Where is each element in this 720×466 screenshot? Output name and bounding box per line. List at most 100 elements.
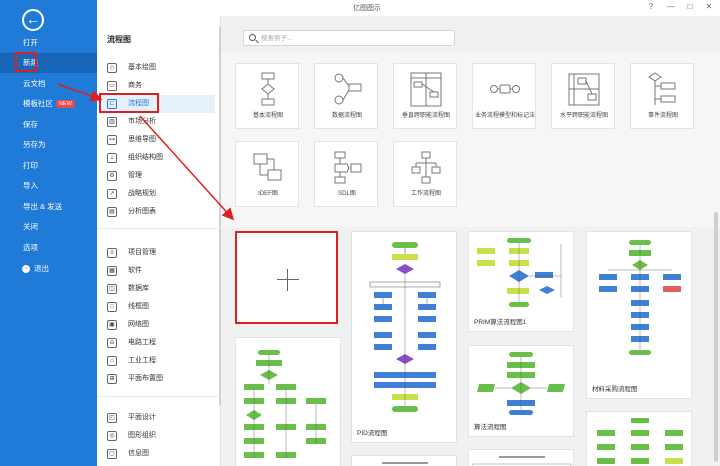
menu-item-export-send[interactable]: 导出 & 发送 xyxy=(0,197,97,217)
category-label: 工业工程 xyxy=(128,357,156,364)
template-label: PRIM算法流程图1 xyxy=(474,319,527,326)
infographic-icon: ▢ xyxy=(107,449,117,459)
template-thumbnail xyxy=(597,418,683,464)
type-card-basic-flowchart[interactable]: 基本流程图 xyxy=(235,63,299,129)
template-card-partial[interactable] xyxy=(468,449,574,466)
category-floor-plan[interactable]: ⊞ 平面布置图 xyxy=(103,370,215,388)
design-icon: ◰ xyxy=(107,413,117,423)
highlight-flowchart-category xyxy=(99,93,159,113)
type-card-event-flowchart[interactable]: 事件流程图 xyxy=(630,63,694,129)
category-mind-map[interactable]: ⊶ 思维导图 xyxy=(103,131,215,149)
category-org-chart[interactable]: ⊥ 组织结构图 xyxy=(103,149,215,167)
menu-item-save[interactable]: 保存 xyxy=(0,115,97,135)
menu-item-exit[interactable]: − 退出 xyxy=(0,259,97,279)
category-wireframe[interactable]: □ 线框图 xyxy=(103,298,215,316)
bar-chart-icon: ▥ xyxy=(107,117,117,127)
category-label: 项目管理 xyxy=(128,249,156,256)
category-label: 线框图 xyxy=(128,303,149,310)
template-card-prim[interactable]: PRIM算法流程图1 xyxy=(468,231,574,332)
menu-item-save-as[interactable]: 另存为 xyxy=(0,135,97,155)
search-box[interactable] xyxy=(243,30,455,46)
category-market-analysis[interactable]: ▥ 市场分析 xyxy=(103,113,215,131)
category-analysis-charts[interactable]: ▤ 分析图表 xyxy=(103,203,215,221)
template-card-green-flowchart[interactable] xyxy=(235,337,341,466)
type-card-workflow[interactable]: 工作流程图 xyxy=(393,141,457,207)
type-card-bpmn[interactable]: 业务流程模型和标记法 xyxy=(472,63,536,129)
menu-item-import[interactable]: 导入 xyxy=(0,176,97,196)
category-industrial[interactable]: ⌂ 工业工程 xyxy=(103,352,215,370)
type-label: IDEF图 xyxy=(258,191,278,197)
workflow-icon xyxy=(411,151,441,184)
template-card-partial[interactable] xyxy=(586,411,692,466)
menu-item-close[interactable]: 关闭 xyxy=(0,217,97,237)
template-thumbnail xyxy=(244,350,326,458)
category-label: 信息图 xyxy=(128,450,149,457)
type-label: 垂直跨职能流程图 xyxy=(401,113,450,119)
category-circuit[interactable]: ⊖ 电路工程 xyxy=(103,334,215,352)
maximize-button[interactable]: □ xyxy=(684,1,696,13)
category-graphic-organizer[interactable]: ◎ 图形组织 xyxy=(103,427,215,445)
category-strategy[interactable]: ↗ 战略规划 xyxy=(103,185,215,203)
back-arrow-icon[interactable]: ← xyxy=(22,9,44,31)
category-infographic[interactable]: ▢ 信息图 xyxy=(103,445,215,463)
minimize-button[interactable]: — xyxy=(665,1,677,13)
category-label: 思维导图 xyxy=(128,136,156,143)
menu-item-open[interactable]: 打开 xyxy=(0,33,97,53)
type-card-horizontal-crossfunc[interactable]: 水平跨职能流程图 xyxy=(551,63,615,129)
category-label: 分析图表 xyxy=(128,208,156,215)
graphic-organizer-icon: ◎ xyxy=(107,431,117,441)
category-label: 网络图 xyxy=(128,321,149,328)
template-card-algorithm[interactable]: 算法流程图 xyxy=(468,345,574,437)
plus-icon xyxy=(277,269,299,291)
main-scrollbar[interactable] xyxy=(714,212,718,462)
menu-item-label: 退出 xyxy=(34,264,49,273)
template-card-pid[interactable]: PID流程图 xyxy=(351,231,457,443)
factory-icon: ⌂ xyxy=(107,356,117,366)
gantt-icon: ≡ xyxy=(107,248,117,258)
strategy-icon: ↗ xyxy=(107,189,117,199)
category-management[interactable]: ⚙ 管理 xyxy=(103,167,215,185)
type-label: 事件流程图 xyxy=(647,113,678,119)
shapes-icon: ◇ xyxy=(107,63,117,73)
highlight-new-menu xyxy=(15,52,37,72)
template-thumbnail xyxy=(369,242,441,412)
idef-icon xyxy=(253,153,282,181)
category-network[interactable]: ▣ 网络图 xyxy=(103,316,215,334)
category-basic-drawing[interactable]: ◇ 基本绘图 xyxy=(103,59,215,77)
type-card-data-flowchart[interactable]: 数据流程图 xyxy=(314,63,378,129)
blank-template-card[interactable] xyxy=(235,231,338,324)
category-label: 基本绘图 xyxy=(128,64,156,71)
type-label: 工作流程图 xyxy=(410,191,441,197)
category-label: 管理 xyxy=(128,172,142,179)
type-card-vertical-crossfunc[interactable]: 垂直跨职能流程图 xyxy=(393,63,457,129)
search-input[interactable] xyxy=(261,33,451,44)
category-graphic-design[interactable]: ◰ 平面设计 xyxy=(103,409,215,427)
type-card-sdl[interactable]: SDL图 xyxy=(314,141,378,207)
bpmn-icon xyxy=(490,84,520,94)
category-label: 图形组织 xyxy=(128,432,156,439)
category-label: 平面布置图 xyxy=(128,375,163,382)
type-card-idef[interactable]: IDEF图 xyxy=(235,141,299,207)
template-thumbnail xyxy=(599,240,681,355)
help-icon[interactable]: ? xyxy=(645,1,657,13)
template-card-procurement[interactable]: 材料采购流程图 xyxy=(586,231,692,399)
type-label: 业务流程模型和标记法 xyxy=(474,113,535,119)
menu-item-cloud-docs[interactable]: 云文档 xyxy=(0,74,97,94)
category-project-mgmt[interactable]: ≡ 项目管理 xyxy=(103,244,215,262)
close-button[interactable]: ✕ xyxy=(703,1,715,13)
category-software[interactable]: ▦ 软件 xyxy=(103,262,215,280)
circuit-icon: ⊖ xyxy=(107,338,117,348)
template-card-partial[interactable] xyxy=(351,455,457,466)
type-label: 数据流程图 xyxy=(331,113,362,119)
template-thumbnail xyxy=(472,456,572,466)
category-label: 软件 xyxy=(128,267,142,274)
menu-item-print[interactable]: 打印 xyxy=(0,156,97,176)
menu-item-label: 模板社区 xyxy=(23,99,53,108)
menu-item-options[interactable]: 选项 xyxy=(0,238,97,258)
org-chart-icon: ⊥ xyxy=(107,153,117,163)
menu-item-template-community[interactable]: 模板社区 NEW xyxy=(0,94,97,114)
diagram-type-section: 基本流程图 数据流程图 垂直跨职能流程图 业务流程模型和标记法 水平跨职能流程图… xyxy=(221,52,720,227)
type-label: 基本流程图 xyxy=(252,113,283,119)
floorplan-icon: ⊞ xyxy=(107,374,117,384)
category-database[interactable]: ◫ 数据库 xyxy=(103,280,215,298)
